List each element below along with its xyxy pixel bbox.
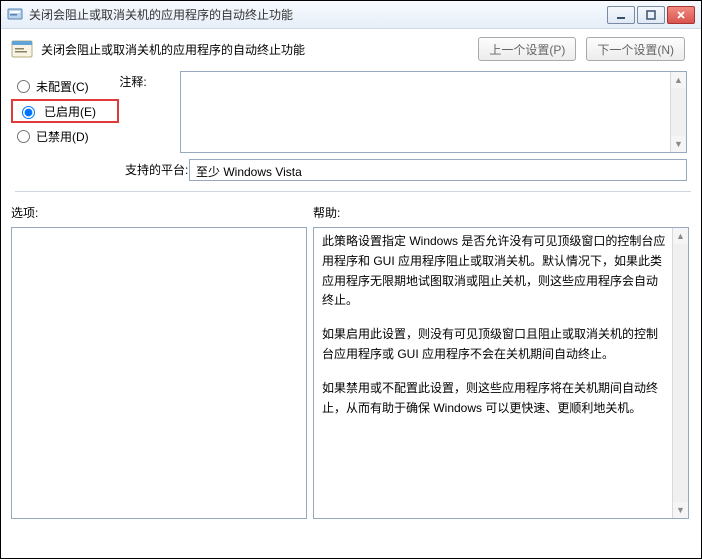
- lower-panels: 此策略设置指定 Windows 是否允许没有可见顶级窗口的控制台应用程序和 GU…: [1, 227, 701, 519]
- panel-labels: 选项: 帮助:: [1, 204, 701, 221]
- radio-input-not-configured[interactable]: [17, 80, 30, 93]
- supported-on-field[interactable]: 至少 Windows Vista: [189, 159, 687, 181]
- window-title: 关闭会阻止或取消关机的应用程序的自动终止功能: [29, 6, 607, 23]
- scroll-down-icon[interactable]: ▼: [673, 502, 688, 518]
- options-label: 选项:: [11, 204, 313, 221]
- options-panel: [11, 227, 307, 519]
- help-panel: 此策略设置指定 Windows 是否允许没有可见顶级窗口的控制台应用程序和 GU…: [313, 227, 689, 519]
- radio-not-configured[interactable]: 未配置(C): [15, 73, 119, 99]
- window-controls: [607, 6, 695, 24]
- radio-disabled[interactable]: 已禁用(D): [15, 123, 119, 149]
- radio-label-enabled: 已启用(E): [44, 103, 96, 120]
- radio-label-not-configured: 未配置(C): [36, 78, 89, 95]
- comment-scrollbar[interactable]: ▲ ▼: [670, 72, 686, 152]
- comment-textarea[interactable]: ▲ ▼: [180, 71, 687, 153]
- next-setting-label: 下一个设置(N): [597, 41, 674, 58]
- prev-setting-button[interactable]: 上一个设置(P): [478, 37, 576, 61]
- divider: [15, 191, 691, 192]
- comment-label: 注释:: [119, 73, 180, 90]
- policy-title: 关闭会阻止或取消关机的应用程序的自动终止功能: [41, 41, 470, 58]
- config-area: 未配置(C) 已启用(E) 已禁用(D) 注释: ▲ ▼: [1, 67, 701, 198]
- close-button[interactable]: [667, 6, 695, 24]
- scroll-down-icon[interactable]: ▼: [671, 136, 686, 152]
- state-radio-group: 未配置(C) 已启用(E) 已禁用(D): [15, 71, 119, 149]
- policy-icon: [11, 38, 33, 60]
- app-icon: [7, 7, 23, 23]
- help-paragraph-1: 此策略设置指定 Windows 是否允许没有可见顶级窗口的控制台应用程序和 GU…: [322, 232, 682, 311]
- scroll-up-icon[interactable]: ▲: [671, 72, 686, 88]
- supported-on-value: 至少 Windows Vista: [196, 165, 302, 179]
- radio-input-enabled[interactable]: [22, 106, 35, 119]
- help-scrollbar[interactable]: ▲ ▼: [672, 228, 688, 518]
- title-bar: 关闭会阻止或取消关机的应用程序的自动终止功能: [1, 1, 701, 29]
- prev-setting-label: 上一个设置(P): [489, 41, 565, 58]
- help-paragraph-2: 如果启用此设置，则没有可见顶级窗口且阻止或取消关机的控制台应用程序或 GUI 应…: [322, 325, 682, 365]
- supported-on-label: 支持的平台:: [125, 161, 189, 178]
- radio-input-disabled[interactable]: [17, 130, 30, 143]
- next-setting-button[interactable]: 下一个设置(N): [586, 37, 685, 61]
- minimize-button[interactable]: [607, 6, 635, 24]
- radio-label-disabled: 已禁用(D): [36, 128, 89, 145]
- highlight-enabled: 已启用(E): [11, 99, 119, 123]
- help-paragraph-3: 如果禁用或不配置此设置，则这些应用程序将在关机期间自动终止，从而有助于确保 Wi…: [322, 379, 682, 419]
- policy-header: 关闭会阻止或取消关机的应用程序的自动终止功能 上一个设置(P) 下一个设置(N): [1, 29, 701, 67]
- maximize-button[interactable]: [637, 6, 665, 24]
- scroll-up-icon[interactable]: ▲: [673, 228, 688, 244]
- help-label: 帮助:: [313, 204, 340, 221]
